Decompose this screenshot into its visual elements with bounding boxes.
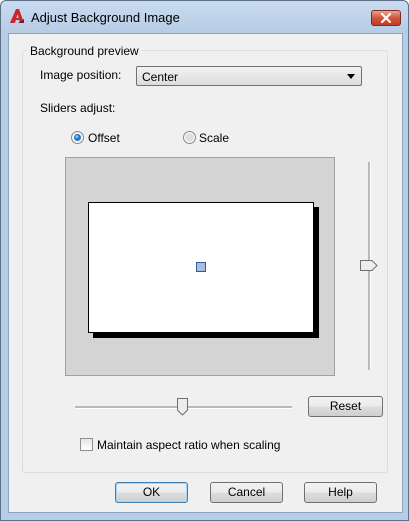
reset-button[interactable]: Reset (308, 396, 383, 417)
title-bar[interactable]: Adjust Background Image (1, 1, 408, 33)
help-button[interactable]: Help (304, 482, 377, 503)
window-title: Adjust Background Image (31, 10, 180, 25)
image-position-label: Image position: (40, 68, 122, 82)
dialog-body: Background preview Image position: Cente… (8, 33, 403, 513)
radio-selected-icon (71, 131, 84, 144)
group-label: Background preview (27, 44, 142, 58)
image-position-dropdown[interactable]: Center (136, 66, 362, 86)
checkbox-box (80, 438, 93, 451)
image-position-value: Center (142, 70, 179, 84)
maintain-aspect-ratio-label: Maintain aspect ratio when scaling (97, 438, 281, 452)
dialog-window: Adjust Background Image Background previ… (0, 0, 409, 521)
image-position-marker[interactable] (196, 262, 206, 272)
close-button[interactable] (371, 10, 401, 26)
background-preview-area[interactable] (65, 157, 335, 376)
sliders-adjust-label: Sliders adjust: (40, 101, 116, 115)
horizontal-slider-thumb[interactable] (177, 398, 188, 416)
chevron-down-icon (347, 74, 355, 79)
cancel-button[interactable]: Cancel (210, 482, 283, 503)
radio-scale-label: Scale (199, 131, 230, 145)
ok-button[interactable]: OK (115, 482, 188, 503)
radio-unselected-icon (183, 131, 196, 144)
autocad-app-icon (9, 8, 25, 24)
radio-offset-label: Offset (88, 131, 120, 145)
close-icon (381, 13, 391, 23)
vertical-slider-thumb[interactable] (360, 260, 378, 271)
